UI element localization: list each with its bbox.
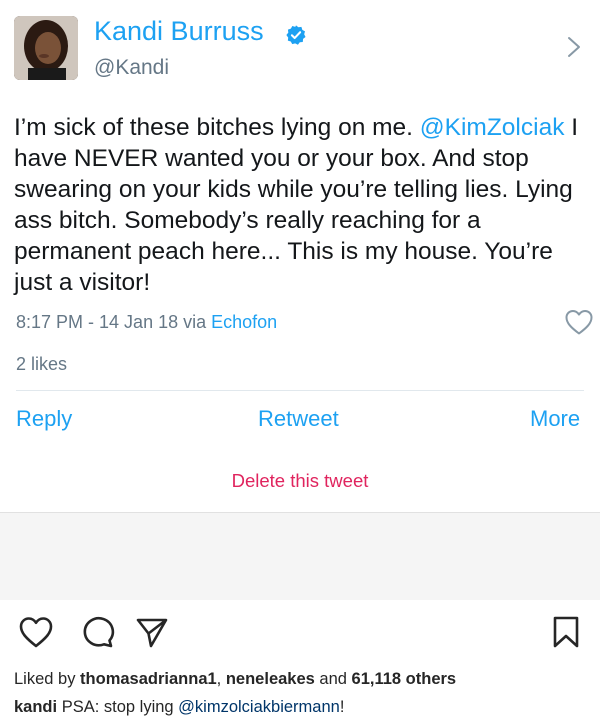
delete-tweet-button[interactable]: Delete this tweet xyxy=(0,470,600,492)
caption-text: PSA: stop lying xyxy=(57,698,179,716)
share-paper-plane-icon[interactable] xyxy=(134,615,170,649)
liked-separator: , xyxy=(216,670,226,688)
caption-mention-link[interactable]: @kimzolciakbiermann xyxy=(178,698,340,716)
tweet-card: Kandi Burruss @Kandi I’m sick of these b… xyxy=(0,0,600,512)
handle: @Kandi xyxy=(94,56,170,79)
liked-and: and xyxy=(314,670,352,688)
caption-end: ! xyxy=(339,698,345,716)
more-button[interactable]: More xyxy=(530,406,580,432)
chevron-right-icon[interactable] xyxy=(566,36,582,58)
heart-icon[interactable] xyxy=(18,615,54,649)
retweet-button[interactable]: Retweet xyxy=(258,406,339,432)
bookmark-icon[interactable] xyxy=(552,615,580,649)
liked-by-line: Liked by thomasadrianna1, neneleakes and… xyxy=(14,670,456,689)
liked-prefix: Liked by xyxy=(14,670,81,688)
comment-icon[interactable] xyxy=(80,615,116,649)
liked-others-link[interactable]: 61,118 others xyxy=(352,670,457,688)
liked-user-link[interactable]: neneleakes xyxy=(226,670,315,688)
reply-button[interactable]: Reply xyxy=(16,406,72,432)
background-band xyxy=(0,512,600,600)
tweet-client-link[interactable]: Echofon xyxy=(211,312,277,332)
instagram-action-bar xyxy=(0,600,600,662)
heart-outline-icon[interactable] xyxy=(564,308,594,336)
caption-line: kandi PSA: stop lying @kimzolciakbierman… xyxy=(14,698,344,717)
display-name[interactable]: Kandi Burruss xyxy=(94,16,264,47)
tweet-timestamp: 8:17 PM - 14 Jan 18 via xyxy=(16,312,212,332)
tweet-mention-link[interactable]: @KimZolciak xyxy=(420,114,565,141)
tweet-meta: 8:17 PM - 14 Jan 18 via Echofon xyxy=(16,312,277,333)
likes-count[interactable]: 2 likes xyxy=(16,354,67,375)
liked-user-link[interactable]: thomasadrianna1 xyxy=(80,670,217,688)
tweet-text-part: I’m sick of these bitches lying on me. xyxy=(14,114,420,141)
avatar-image xyxy=(14,16,78,80)
caption-username-link[interactable]: kandi xyxy=(14,698,57,716)
divider xyxy=(16,390,584,391)
verified-badge-icon xyxy=(286,25,306,45)
tweet-text: I’m sick of these bitches lying on me. @… xyxy=(14,112,584,298)
tweet-header[interactable]: Kandi Burruss @Kandi xyxy=(0,0,600,100)
tweet-text-part: I have NEVER wanted you or your box. And… xyxy=(14,114,579,296)
avatar[interactable] xyxy=(14,16,78,80)
